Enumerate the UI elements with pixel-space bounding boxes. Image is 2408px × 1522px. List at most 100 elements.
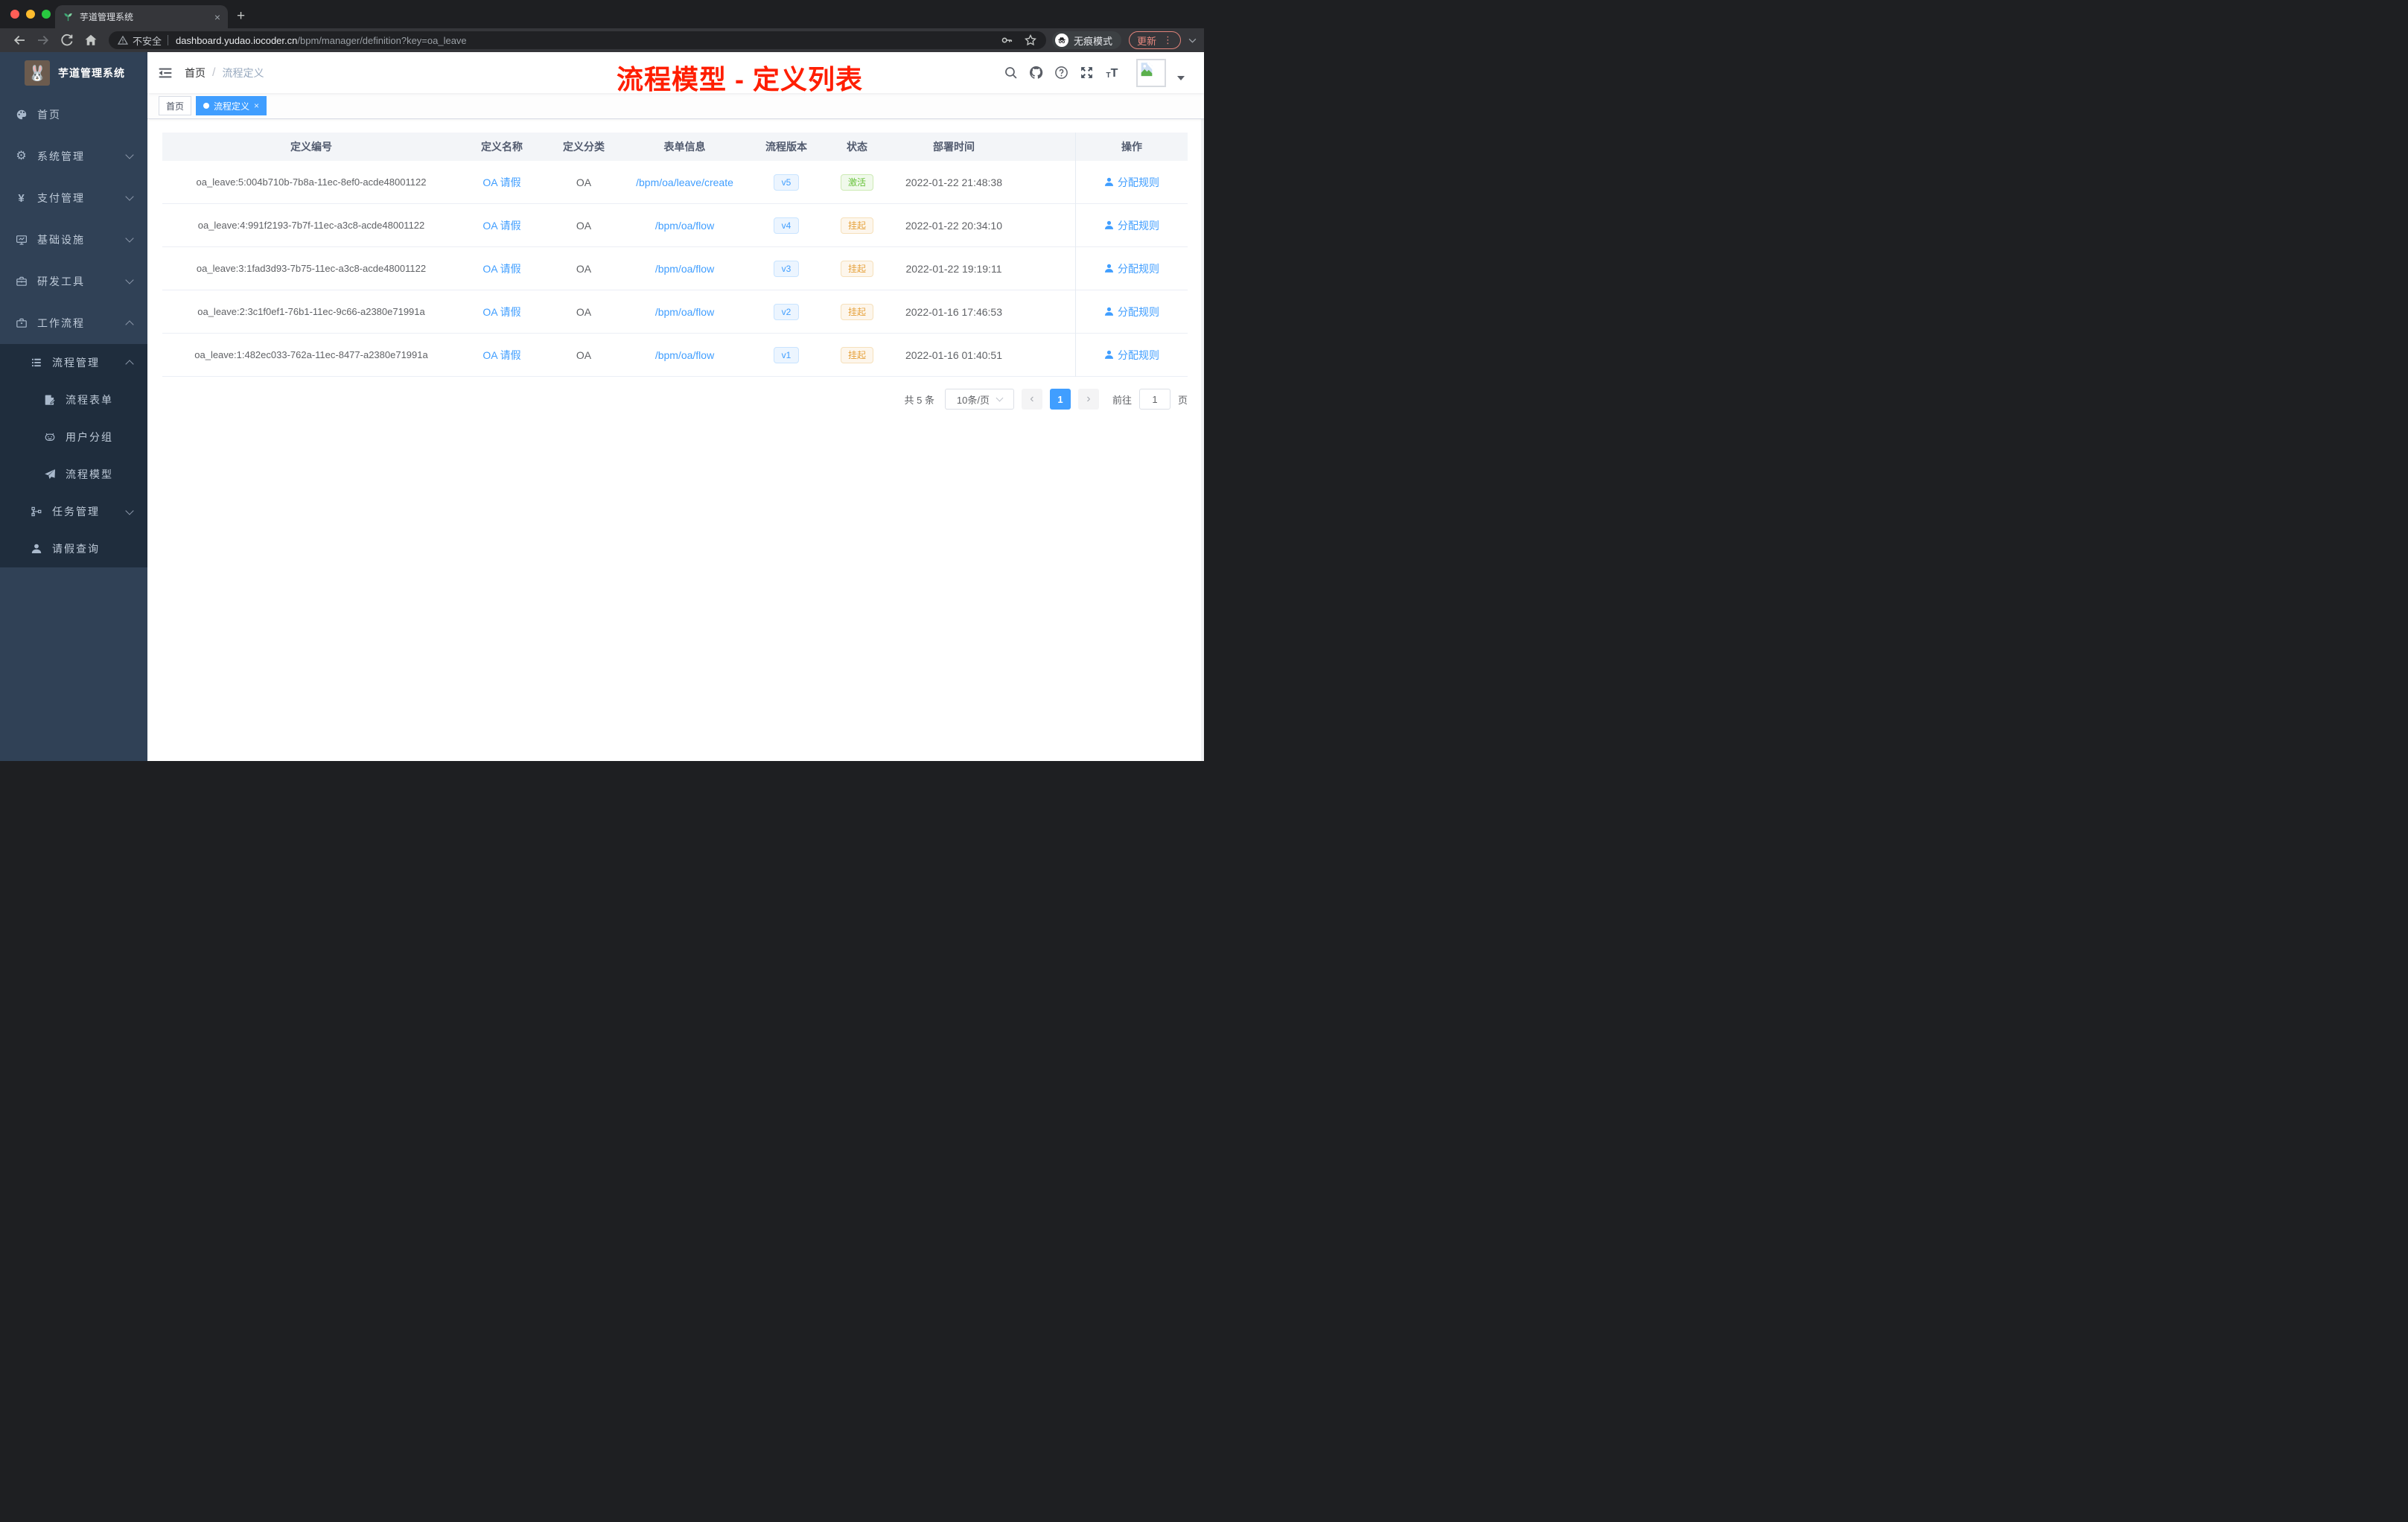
sidebar-menu-item[interactable]: ⚙ 系统管理 [0,136,147,177]
tab-close-icon[interactable] [214,12,220,22]
font-size-icon[interactable]: TT [1105,66,1119,80]
sidebar-submenu-item[interactable]: 流程模型 [0,456,147,493]
col-header: 定义名称 [481,141,523,153]
form-link[interactable]: /bpm/oa/flow [655,306,714,318]
new-tab-button[interactable] [237,8,245,25]
table-row: oa_leave:2:3c1f0ef1-76b1-11ec-9c66-a2380… [162,290,1188,334]
list-icon [30,357,42,369]
tag-close-icon[interactable] [254,101,259,111]
fixed-column-divider [1075,133,1076,377]
update-label[interactable]: 更新 [1137,34,1156,48]
url-path[interactable]: /bpm/manager/definition?key=oa_leave [297,35,466,46]
avatar-caret-icon[interactable] [1177,75,1185,80]
search-icon[interactable] [1004,66,1018,80]
github-icon[interactable] [1029,66,1043,80]
chevron-icon [125,234,134,243]
incognito-label: 无痕模式 [1073,35,1112,47]
close-window-button[interactable] [10,10,19,19]
minimize-window-button[interactable] [26,10,35,19]
user-avatar[interactable] [1136,58,1166,87]
definition-name-link[interactable]: OA 请假 [482,261,520,276]
breadcrumb-current: 流程定义 [222,66,264,79]
briefcase-icon [15,317,28,330]
definition-id: oa_leave:5:004b710b-7b8a-11ec-8ef0-acde4… [196,176,427,188]
tags-view-bar: 首页 流程定义 [147,93,1204,119]
form-link[interactable]: /bpm/oa/flow [655,349,714,361]
fullscreen-icon[interactable] [1080,66,1094,80]
assign-rule-link[interactable]: 分配规则 [1104,348,1159,363]
broken-image-icon [1141,61,1155,76]
definition-id: oa_leave:4:991f2193-7b7f-11ec-a3c8-acde4… [197,220,425,231]
url-domain[interactable]: dashboard.yudao.iocoder.cn [176,35,297,46]
sidebar-submenu-item[interactable]: 用户分组 [0,418,147,456]
warning-triangle-icon[interactable] [117,35,129,45]
tag-item[interactable]: 流程定义 [196,96,267,115]
assign-rule-link[interactable]: 分配规则 [1104,305,1159,319]
page-size-select[interactable]: 10条/页 [944,389,1014,410]
chevron-down-icon [996,394,1004,402]
browser-menu-dots-icon[interactable] [1163,34,1173,46]
home-icon[interactable] [83,33,98,48]
tag-item[interactable]: 首页 [159,96,192,115]
robot-icon [43,431,56,444]
version-badge: v2 [773,303,800,320]
definition-name-link[interactable]: OA 请假 [482,305,520,319]
assign-rule-link[interactable]: 分配规则 [1104,175,1159,190]
form-link[interactable]: /bpm/oa/leave/create [636,176,733,188]
forward-icon[interactable] [36,33,51,48]
zoom-window-button[interactable] [42,10,51,19]
form-link[interactable]: /bpm/oa/flow [655,263,714,275]
key-icon[interactable] [1000,34,1013,47]
sidebar-menu-item[interactable]: 工作流程 [0,302,147,344]
breadcrumb-home[interactable]: 首页 [185,66,206,80]
help-icon[interactable] [1054,66,1068,80]
definition-category: OA [576,305,592,318]
window-controls[interactable] [10,10,51,19]
person-icon [1104,220,1114,229]
definition-name-link[interactable]: OA 请假 [482,175,520,190]
sidebar-menu-item[interactable]: 基础设施 [0,219,147,261]
chevron-icon [125,360,134,369]
sidebar-submenu-item[interactable]: 请假查询 [0,530,147,567]
definition-id: oa_leave:2:3c1f0ef1-76b1-11ec-9c66-a2380… [197,306,425,317]
sidebar-collapse-icon[interactable] [158,66,173,80]
sidebar-submenu-item[interactable]: 任务管理 [0,493,147,530]
bookmark-star-icon[interactable] [1024,34,1037,47]
address-bar[interactable]: 不安全 dashboard.yudao.iocoder.cn/bpm/manag… [109,31,1046,49]
page-scrollbar[interactable] [1201,52,1204,761]
definition-table: 定义编号 定义名称 定义分类 表单信息 流程版本 状态 部署时间 操作 oa_l… [162,133,1188,377]
security-label[interactable]: 不安全 [133,34,162,48]
sidebar-submenu-item[interactable]: 流程管理 [0,344,147,381]
update-button[interactable]: 更新 [1128,31,1181,49]
deploy-time: 2022-01-22 19:19:11 [905,262,1002,275]
sidebar-submenu-item[interactable]: 流程表单 [0,381,147,418]
assign-rule-link[interactable]: 分配规则 [1104,218,1159,233]
yen-icon: ¥ [18,191,25,205]
goto-unit: 页 [1177,394,1188,406]
toolbar-chevron-icon[interactable] [1188,34,1197,47]
browser-tab[interactable]: 芋道管理系统 [55,5,228,28]
definition-name-link[interactable]: OA 请假 [482,218,520,233]
current-page-button[interactable]: 1 [1049,389,1071,410]
goto-page-input[interactable] [1138,389,1170,410]
app-logo-avatar: 🐰 [25,60,50,86]
form-link[interactable]: /bpm/oa/flow [655,220,714,232]
breadcrumb-separator [212,66,215,80]
sidebar-menu-item[interactable]: 首页 [0,94,147,136]
definition-name-link[interactable]: OA 请假 [482,348,520,363]
sidebar-submenu: 流程管理 流程表单 用户分组 流程模型 任务管理 请假查询 [0,344,147,567]
sidebar-menu-item[interactable]: 研发工具 [0,261,147,302]
sidebar-menu-item[interactable]: ¥ 支付管理 [0,177,147,219]
pagination-total: 共 5 条 [904,394,934,406]
back-icon[interactable] [12,33,27,48]
browser-toolbar: 不安全 dashboard.yudao.iocoder.cn/bpm/manag… [0,28,1204,52]
app-logo-row[interactable]: 🐰 芋道管理系统 [0,52,147,94]
col-header: 流程版本 [765,141,807,153]
sidebar-menu: 首页 ⚙ 系统管理 ¥ 支付管理 基础设施 研发工具 工作流程 [0,94,147,344]
table-header-row: 定义编号 定义名称 定义分类 表单信息 流程版本 状态 部署时间 操作 [162,133,1188,161]
assign-rule-link[interactable]: 分配规则 [1104,261,1159,276]
prev-page-button[interactable] [1021,389,1042,410]
next-page-button[interactable] [1077,389,1099,410]
deploy-time: 2022-01-16 17:46:53 [905,305,1002,318]
reload-icon[interactable] [60,33,74,48]
